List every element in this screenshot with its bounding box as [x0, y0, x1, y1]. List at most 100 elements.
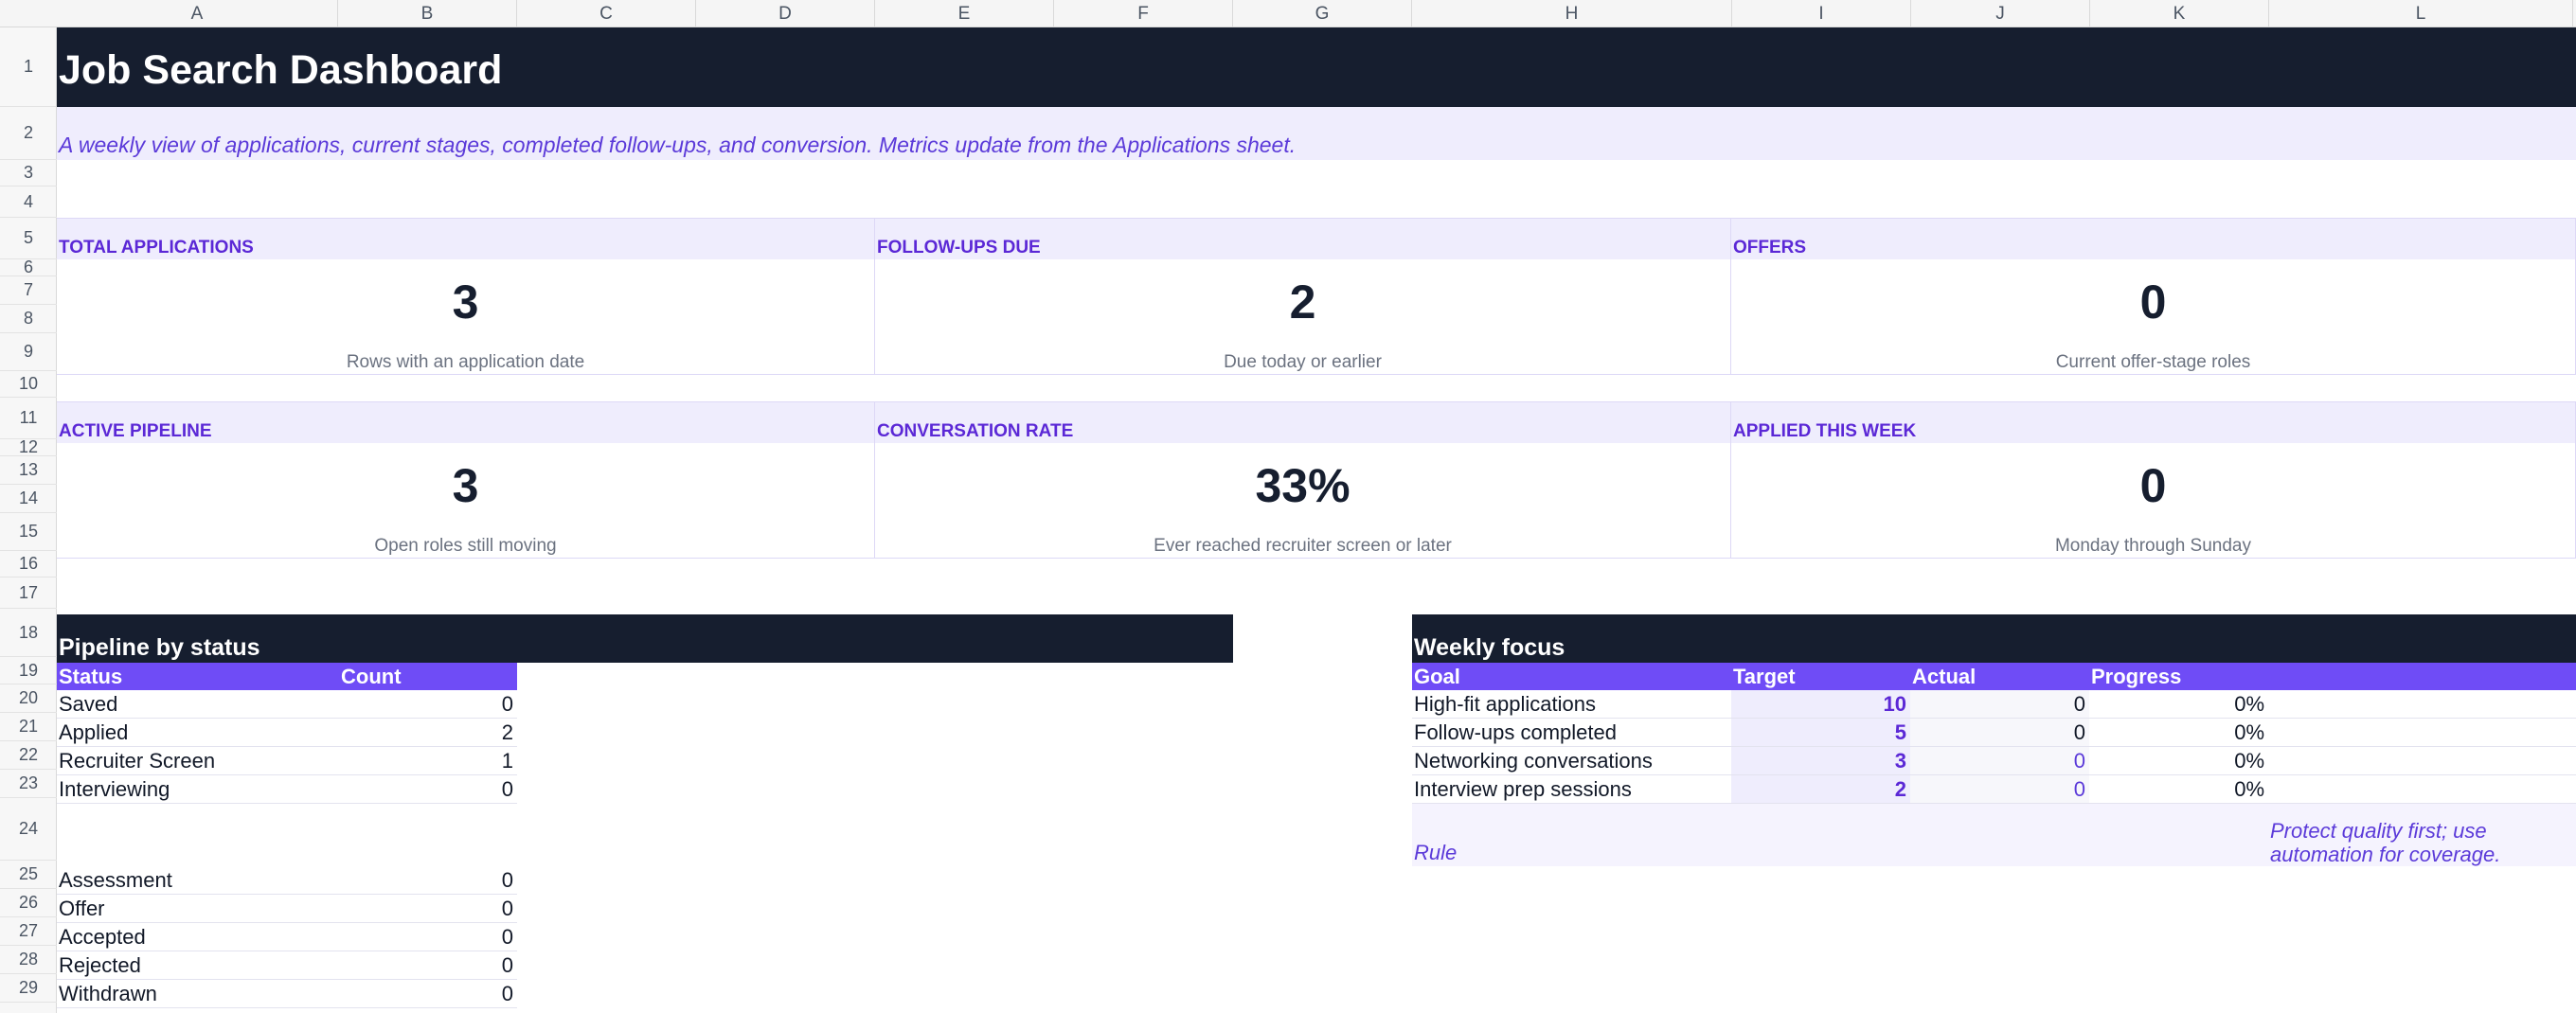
dashboard-subtitle-cell[interactable]: A weekly view of applications, current s… — [57, 107, 2576, 160]
count-cell[interactable]: 0 — [339, 866, 517, 894]
count-cell[interactable]: 2 — [339, 719, 517, 746]
column-header-actual[interactable]: Actual — [1910, 663, 2089, 690]
row-header-20[interactable]: 20 — [0, 684, 57, 713]
weekly-focus-row[interactable]: Networking conversations 3 0 0% — [1412, 747, 2576, 775]
status-cell[interactable]: Closed — [57, 1008, 339, 1013]
row-header-14[interactable]: 14 — [0, 485, 57, 513]
count-cell[interactable]: 0 — [339, 775, 517, 803]
row-header-17[interactable]: 17 — [0, 578, 57, 609]
pipeline-row[interactable]: Applied 2 — [57, 719, 517, 747]
pipeline-row[interactable]: Recruiter Screen 1 — [57, 747, 517, 775]
goal-cell[interactable]: Networking conversations — [1412, 747, 1731, 774]
column-header-e[interactable]: E — [875, 0, 1054, 27]
row-header-21[interactable]: 21 — [0, 713, 57, 741]
row-header-12[interactable]: 12 — [0, 437, 57, 456]
target-cell[interactable]: 10 — [1731, 690, 1910, 718]
column-header-progress[interactable]: Progress — [2089, 663, 2268, 690]
target-cell[interactable]: 3 — [1731, 747, 1910, 774]
kpi-card-active-pipeline-header[interactable]: ACTIVE PIPELINE — [57, 401, 875, 443]
status-cell[interactable]: Assessment — [57, 866, 339, 894]
count-cell[interactable]: 1 — [339, 747, 517, 774]
row-header-18[interactable]: 18 — [0, 609, 57, 657]
column-header-l[interactable]: L — [2269, 0, 2573, 27]
target-cell[interactable]: 2 — [1731, 775, 1910, 803]
row-header-10[interactable]: 10 — [0, 371, 57, 398]
column-header-k[interactable]: K — [2090, 0, 2269, 27]
status-cell[interactable]: Offer — [57, 895, 339, 922]
weekly-rule-row[interactable]: Rule Protect quality first; use automati… — [1412, 804, 2576, 866]
count-cell[interactable]: 0 — [339, 923, 517, 951]
row-header-25[interactable]: 25 — [0, 861, 57, 889]
actual-cell[interactable]: 0 — [1910, 719, 2089, 746]
count-cell[interactable]: 0 — [339, 895, 517, 922]
row-header-27[interactable]: 27 — [0, 917, 57, 946]
kpi-card-total-applications-header[interactable]: TOTAL APPLICATIONS — [57, 218, 875, 259]
row-header-28[interactable]: 28 — [0, 946, 57, 974]
progress-cell[interactable]: 0% — [2089, 775, 2268, 803]
row-header-9[interactable]: 9 — [0, 333, 57, 371]
row-header-7[interactable]: 7 — [0, 276, 57, 305]
kpi-card-active-pipeline[interactable]: 3 Open roles still moving — [57, 443, 875, 559]
kpi-card-applied-this-week-header[interactable]: APPLIED THIS WEEK — [1731, 401, 2576, 443]
row-header-4[interactable]: 4 — [0, 187, 57, 218]
status-cell[interactable]: Rejected — [57, 951, 339, 979]
pipeline-row[interactable]: Accepted 0 — [57, 923, 517, 951]
row-header-5[interactable]: 5 — [0, 218, 57, 259]
column-header-j[interactable]: J — [1911, 0, 2090, 27]
row-header-24[interactable]: 24 — [0, 798, 57, 861]
status-cell[interactable]: Interviewing — [57, 775, 339, 803]
row-header-26[interactable]: 26 — [0, 889, 57, 917]
count-cell[interactable]: 0 — [339, 951, 517, 979]
weekly-focus-section-title[interactable]: Weekly focus — [1412, 614, 2576, 663]
row-header-19[interactable]: 19 — [0, 657, 57, 684]
row-header-3[interactable]: 3 — [0, 160, 57, 187]
pipeline-row[interactable]: Offer 0 — [57, 895, 517, 923]
row-header-11[interactable]: 11 — [0, 398, 57, 439]
row-header-1[interactable]: 1 — [0, 27, 57, 107]
row-header-16[interactable]: 16 — [0, 551, 57, 578]
target-cell[interactable]: 5 — [1731, 719, 1910, 746]
actual-cell[interactable]: 0 — [1910, 775, 2089, 803]
row-header-6[interactable]: 6 — [0, 258, 57, 276]
count-cell[interactable]: 0 — [339, 980, 517, 1007]
pipeline-section-title[interactable]: Pipeline by status — [57, 614, 1233, 663]
weekly-focus-row[interactable]: Follow-ups completed 5 0 0% — [1412, 719, 2576, 747]
column-header-a[interactable]: A — [57, 0, 338, 27]
kpi-card-applied-this-week[interactable]: 0 Monday through Sunday — [1731, 443, 2576, 559]
actual-cell[interactable]: 0 — [1910, 747, 2089, 774]
status-cell[interactable]: Withdrawn — [57, 980, 339, 1007]
weekly-focus-row[interactable]: Interview prep sessions 2 0 0% — [1412, 775, 2576, 804]
pipeline-row[interactable]: Rejected 0 — [57, 951, 517, 980]
column-header-i[interactable]: I — [1732, 0, 1911, 27]
column-header-d[interactable]: D — [696, 0, 875, 27]
goal-cell[interactable]: High-fit applications — [1412, 690, 1731, 718]
column-header-f[interactable]: F — [1054, 0, 1233, 27]
row-header-22[interactable]: 22 — [0, 741, 57, 770]
row-header-8[interactable]: 8 — [0, 305, 57, 333]
column-header-g[interactable]: G — [1233, 0, 1412, 27]
dashboard-title-cell[interactable]: Job Search Dashboard — [57, 27, 2576, 107]
pipeline-row[interactable]: Saved 0 — [57, 690, 517, 719]
actual-cell[interactable]: 0 — [1910, 690, 2089, 718]
progress-cell[interactable]: 0% — [2089, 690, 2268, 718]
column-header-status[interactable]: Status — [57, 663, 339, 690]
pipeline-row[interactable]: Withdrawn 0 — [57, 980, 517, 1008]
column-header-c[interactable]: C — [517, 0, 696, 27]
row-header-15[interactable]: 15 — [0, 513, 57, 551]
column-header-h[interactable]: H — [1412, 0, 1732, 27]
row-header-2[interactable]: 2 — [0, 107, 57, 160]
column-header-goal[interactable]: Goal — [1412, 663, 1731, 690]
count-cell[interactable]: 0 — [339, 690, 517, 718]
goal-cell[interactable]: Interview prep sessions — [1412, 775, 1731, 803]
kpi-card-offers[interactable]: 0 Current offer-stage roles — [1731, 259, 2576, 375]
column-header-target[interactable]: Target — [1731, 663, 1910, 690]
row-header-23[interactable]: 23 — [0, 770, 57, 798]
kpi-card-conversation-rate-header[interactable]: CONVERSATION RATE — [875, 401, 1731, 443]
kpi-card-follow-ups-due-header[interactable]: FOLLOW-UPS DUE — [875, 218, 1731, 259]
pipeline-row[interactable]: Interviewing 0 — [57, 775, 517, 804]
progress-cell[interactable]: 0% — [2089, 719, 2268, 746]
status-cell[interactable]: Accepted — [57, 923, 339, 951]
progress-cell[interactable]: 0% — [2089, 747, 2268, 774]
count-cell[interactable]: 0 — [339, 1008, 517, 1013]
status-cell[interactable]: Recruiter Screen — [57, 747, 339, 774]
